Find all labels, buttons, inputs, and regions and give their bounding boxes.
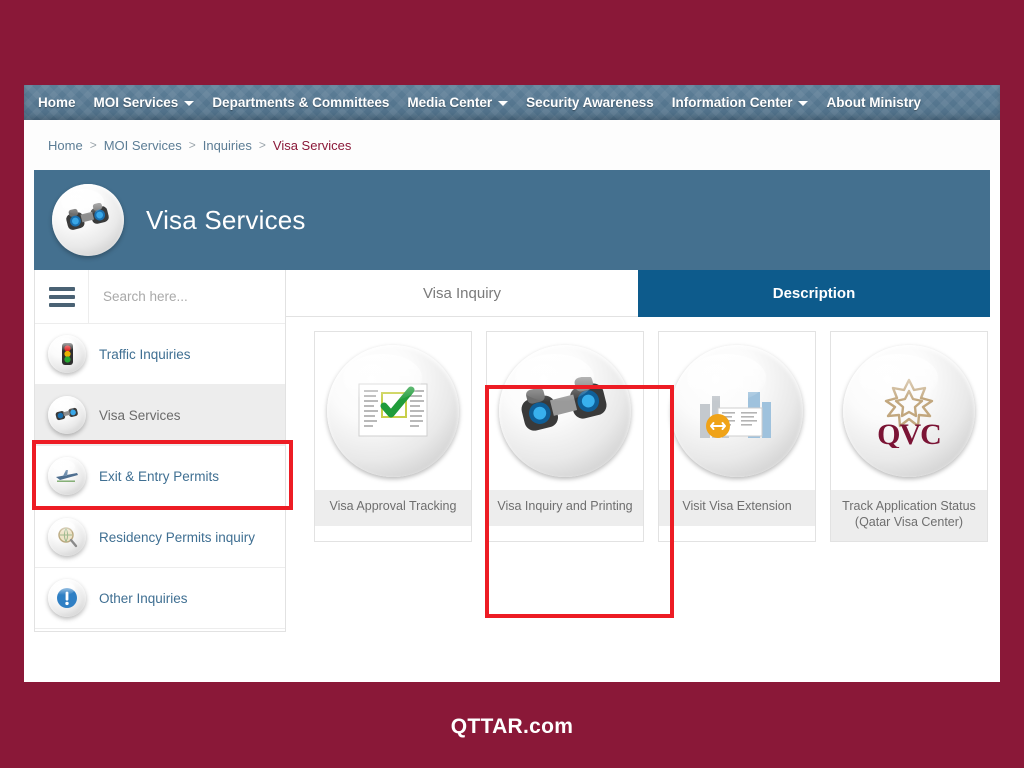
- service-card-grid: Visa Approval Tracking Visa Inquiry and …: [286, 317, 990, 543]
- service-card-visa-inquiry-and-printing[interactable]: Visa Inquiry and Printing: [486, 331, 644, 543]
- service-card-icon: [487, 332, 643, 490]
- page-banner-wrapper: Visa Services: [24, 170, 1000, 270]
- watermark: QTTAR.com: [450, 715, 574, 738]
- city-document-extend-icon: [671, 345, 803, 477]
- breadcrumb-item-moi-services[interactable]: MOI Services: [104, 138, 182, 153]
- breadcrumb-separator: >: [258, 138, 266, 152]
- chevron-down-icon: [498, 101, 509, 106]
- tab-visa-inquiry[interactable]: Visa Inquiry: [286, 270, 638, 317]
- chevron-down-icon: [798, 101, 809, 106]
- breadcrumb: Home > MOI Services > Inquiries > Visa S…: [24, 120, 1000, 170]
- service-card-visa-approval-tracking[interactable]: Visa Approval Tracking: [314, 331, 472, 543]
- service-card-visit-visa-extension[interactable]: Visit Visa Extension: [658, 331, 816, 543]
- service-card-label: Visa Approval Tracking: [315, 490, 471, 526]
- sidebar-search-row: [35, 270, 294, 324]
- sidebar-item-other-inquiries[interactable]: Other Inquiries: [35, 568, 285, 629]
- breadcrumb-item-visa-services: Visa Services: [272, 137, 352, 153]
- sidebar-item-traffic-inquiries[interactable]: Traffic Inquiries: [35, 324, 285, 385]
- breadcrumb-separator: >: [188, 138, 196, 152]
- chevron-down-icon: [184, 101, 195, 106]
- tab-label: Visa Inquiry: [422, 284, 502, 302]
- breadcrumb-separator: >: [89, 138, 97, 152]
- tab-bar: Visa Inquiry Description: [286, 270, 990, 317]
- binoculars-icon: [48, 396, 86, 434]
- page-frame: Home MOI Services Departments & Committe…: [24, 85, 1000, 682]
- main-content: Visa Inquiry Description Visa Approval T…: [286, 270, 990, 632]
- nav-item-media-center[interactable]: Media Center: [398, 85, 517, 120]
- content-split: Traffic Inquiries Visa Services: [24, 270, 1000, 632]
- breadcrumb-item-inquiries[interactable]: Inquiries: [203, 138, 252, 153]
- service-card-icon: [315, 332, 471, 490]
- qvc-logo-icon: QVC: [843, 345, 975, 477]
- service-card-label: Visit Visa Extension: [659, 490, 815, 526]
- hamburger-icon[interactable]: [35, 270, 89, 323]
- sidebar-item-label: Exit & Entry Permits: [99, 468, 220, 484]
- sidebar-item-label: Other Inquiries: [99, 590, 188, 606]
- sidebar-item-exit-entry-permits[interactable]: Exit & Entry Permits: [35, 446, 285, 507]
- main-navigation: Home MOI Services Departments & Committe…: [24, 85, 1000, 120]
- service-card-icon: [659, 332, 815, 490]
- service-card-label: Visa Inquiry and Printing: [487, 490, 643, 526]
- tab-description[interactable]: Description: [638, 270, 990, 317]
- svg-text:QVC: QVC: [877, 418, 941, 448]
- service-card-label: Track Application Status (Qatar Visa Cen…: [831, 490, 987, 542]
- magnifier-globe-icon: [48, 518, 86, 556]
- airplane-icon: [48, 457, 86, 495]
- page-title: Visa Services: [146, 204, 306, 235]
- sidebar-item-label: Visa Services: [99, 407, 181, 423]
- nav-item-label: Home: [38, 95, 76, 110]
- nav-item-label: MOI Services: [93, 95, 179, 110]
- nav-item-security-awareness[interactable]: Security Awareness: [517, 85, 663, 120]
- nav-item-label: Media Center: [407, 95, 493, 110]
- nav-item-label: About Ministry: [826, 95, 921, 110]
- sidebar-item-visa-services[interactable]: Visa Services: [35, 385, 285, 446]
- tab-label: Description: [772, 285, 856, 302]
- sidebar: Traffic Inquiries Visa Services: [34, 270, 294, 632]
- sidebar-item-label: Residency Permits inquiry: [99, 529, 256, 545]
- traffic-light-icon: [48, 335, 86, 373]
- binoculars-icon: [52, 184, 124, 256]
- page-banner: Visa Services: [34, 170, 990, 270]
- sidebar-item-label: Traffic Inquiries: [99, 346, 191, 362]
- exclamation-icon: [48, 579, 86, 617]
- nav-item-label: Departments & Committees: [212, 95, 390, 110]
- nav-item-departments-committees[interactable]: Departments & Committees: [203, 85, 398, 120]
- nav-item-label: Security Awareness: [526, 95, 654, 110]
- sidebar-item-residency-permits-inquiry[interactable]: Residency Permits inquiry: [35, 507, 285, 568]
- document-checkmark-icon: [327, 345, 459, 477]
- service-card-icon: QVC: [831, 332, 987, 490]
- nav-item-label: Information Center: [671, 95, 793, 110]
- nav-item-home[interactable]: Home: [24, 85, 85, 120]
- search-input[interactable]: [89, 271, 294, 322]
- nav-item-about-ministry[interactable]: About Ministry: [817, 85, 930, 120]
- nav-item-information-center[interactable]: Information Center: [663, 85, 818, 120]
- service-card-track-application-status[interactable]: QVC Track Application Status (Qatar Visa…: [830, 331, 988, 543]
- nav-item-moi-services[interactable]: MOI Services: [85, 85, 204, 120]
- binoculars-icon: [499, 345, 631, 477]
- breadcrumb-item-home[interactable]: Home: [48, 138, 83, 153]
